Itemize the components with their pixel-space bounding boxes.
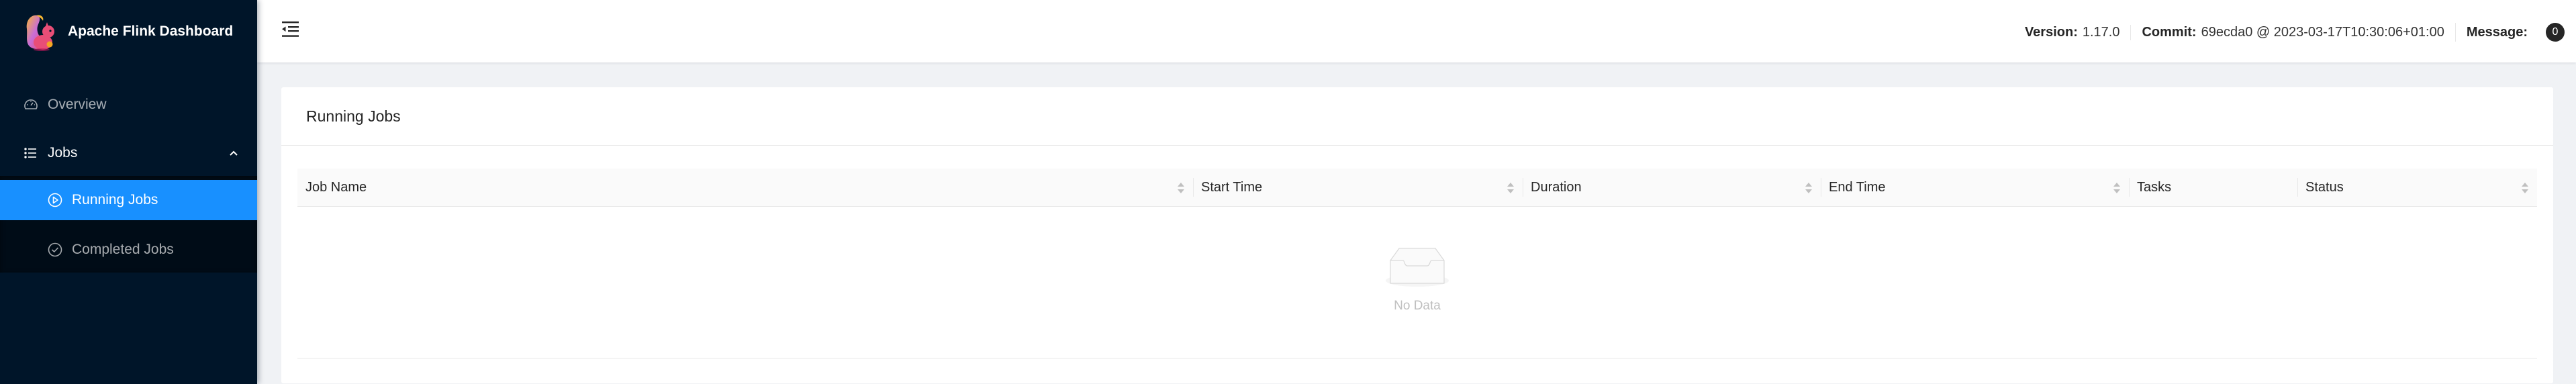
column-header-status[interactable]: Status [2297, 169, 2537, 207]
table-header: Job Name Start Time Duration End Time Ta… [297, 169, 2537, 207]
card-header: Running Jobs [281, 87, 2553, 146]
column-label: Tasks [2137, 180, 2172, 195]
unordered-list-icon [24, 148, 36, 158]
column-header-start-time[interactable]: Start Time [1193, 169, 1523, 207]
table-body: No Data [297, 207, 2537, 358]
empty-inbox-icon [1386, 248, 1449, 287]
column-label: Status [2305, 180, 2344, 195]
empty-state: No Data [297, 207, 2537, 358]
top-header: Version: 1.17.0 Commit: 69ecda0 @ 2023-0… [257, 0, 2576, 62]
sidebar-item-running-jobs[interactable]: Running Jobs [0, 180, 257, 220]
column-header-job-name[interactable]: Job Name [297, 169, 1193, 207]
sort-icon[interactable] [2520, 182, 2530, 194]
sidebar-item-overview[interactable]: Overview [0, 85, 257, 125]
sort-icon[interactable] [2112, 182, 2121, 194]
sort-icon[interactable] [1176, 182, 1186, 194]
sidebar-item-label: Overview [48, 97, 107, 112]
column-header-end-time[interactable]: End Time [1821, 169, 2129, 207]
flink-logo-icon [26, 15, 54, 51]
empty-text: No Data [1394, 299, 1441, 313]
sidebar-item-completed-jobs[interactable]: Completed Jobs [0, 230, 257, 270]
app-title: Apache Flink Dashboard [68, 23, 234, 39]
version-value: 1.17.0 [2082, 24, 2120, 40]
running-jobs-card: Running Jobs Job Name Start Time Duratio… [281, 87, 2553, 383]
column-header-tasks: Tasks [2129, 169, 2297, 207]
dashboard-icon [24, 99, 38, 109]
check-circle-icon [48, 242, 62, 257]
jobs-table: Job Name Start Time Duration End Time Ta… [297, 169, 2537, 358]
commit-label: Commit: [2142, 24, 2197, 40]
message-info[interactable]: Message: 0 [2454, 23, 2565, 42]
message-count-badge[interactable]: 0 [2546, 23, 2565, 42]
menu-fold-icon[interactable] [282, 21, 299, 37]
chevron-up-icon[interactable] [228, 148, 239, 158]
column-label: Start Time [1201, 180, 1263, 195]
sidebar: Apache Flink Dashboard Overview Jobs Run… [0, 0, 257, 384]
sort-icon[interactable] [1506, 182, 1515, 194]
column-label: End Time [1829, 180, 1886, 195]
play-circle-icon [48, 193, 62, 207]
app-logo-area[interactable]: Apache Flink Dashboard [0, 0, 257, 62]
version-label: Version: [2024, 24, 2078, 40]
commit-value: 69ecda0 @ 2023-03-17T10:30:06+01:00 [2201, 24, 2444, 40]
sidebar-item-label: Running Jobs [72, 192, 158, 207]
sidebar-item-label: Jobs [48, 145, 78, 160]
version-info: Version: 1.17.0 [2014, 25, 2131, 40]
column-label: Job Name [305, 180, 367, 195]
sort-icon[interactable] [1804, 182, 1813, 194]
commit-info: Commit: 69ecda0 @ 2023-03-17T10:30:06+01… [2130, 24, 2454, 40]
sidebar-item-jobs[interactable]: Jobs [0, 133, 257, 173]
column-label: Duration [1531, 180, 1582, 195]
sidebar-item-label: Completed Jobs [72, 242, 174, 257]
message-label: Message: [2466, 24, 2528, 40]
header-info: Version: 1.17.0 Commit: 69ecda0 @ 2023-0… [2014, 22, 2565, 42]
column-header-duration[interactable]: Duration [1523, 169, 1821, 207]
card-title: Running Jobs [306, 107, 401, 125]
